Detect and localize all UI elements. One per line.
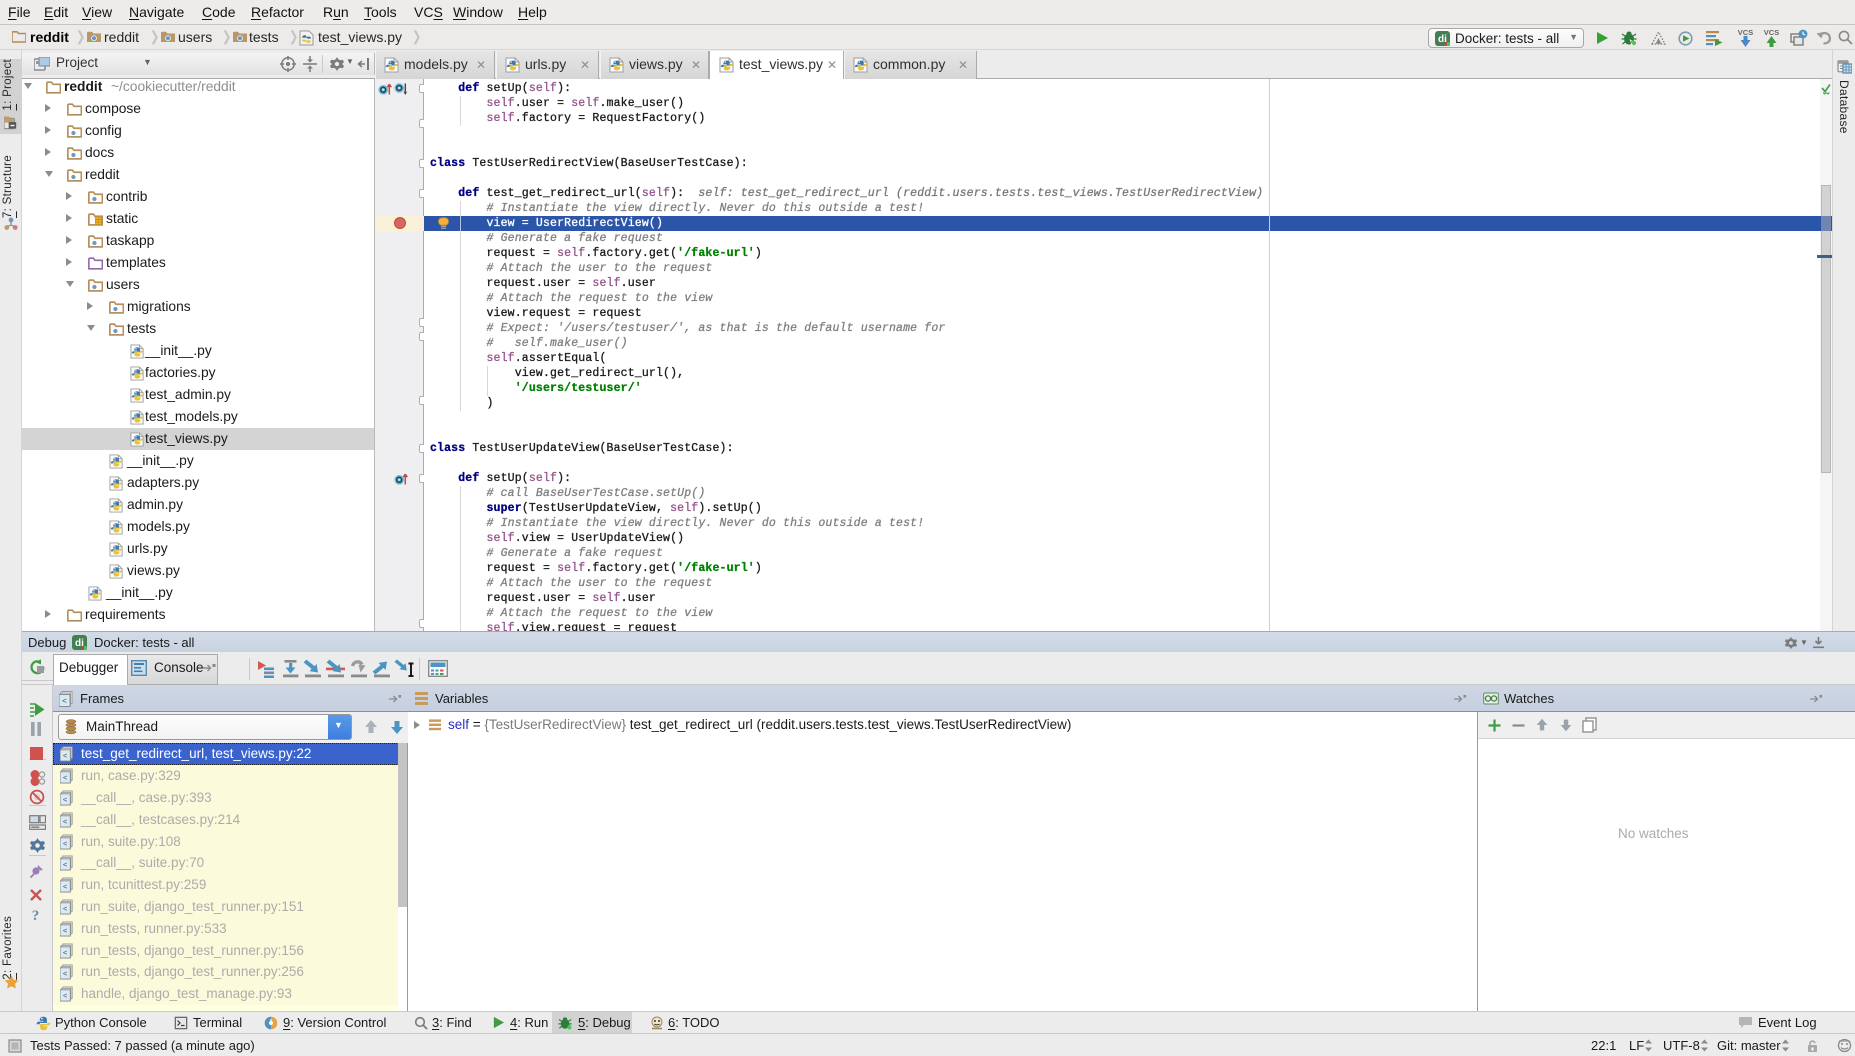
svg-text:?: ? bbox=[32, 908, 40, 923]
svg-text:VCS: VCS bbox=[1738, 28, 1753, 37]
svg-text:VCS: VCS bbox=[1764, 28, 1779, 37]
